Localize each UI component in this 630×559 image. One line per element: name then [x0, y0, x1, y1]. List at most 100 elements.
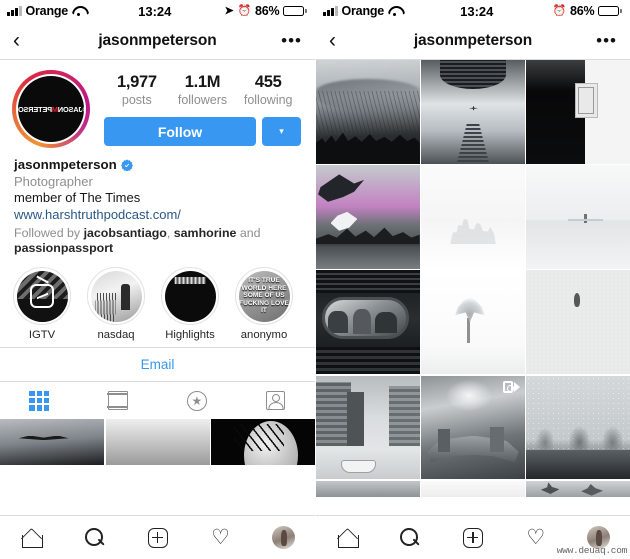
grid-post[interactable]	[526, 165, 630, 269]
profile-header: @JASONMPETERSON 1,977 posts 1.1M followe…	[0, 60, 315, 148]
search-nav[interactable]	[63, 527, 126, 548]
grid-post[interactable]	[316, 60, 420, 164]
grid-post[interactable]	[526, 375, 630, 480]
posts-count: 1,977	[116, 73, 157, 91]
highlight-cover-text: IT'S TRUE WORLD HERE SOME OF US FUCKING …	[239, 277, 289, 315]
grid-post[interactable]	[421, 375, 525, 480]
status-bar: Orange 13:24 ➤ ⏰ 86%	[0, 0, 315, 22]
dual-screenshot-container: Orange 13:24 ➤ ⏰ 86% ‹ jasonmpeterson ••…	[0, 0, 630, 559]
highlight-nasdaq[interactable]: nasdaq	[87, 267, 145, 341]
nav-header: ‹ jasonmpeterson •••	[0, 22, 315, 60]
highlight-label: anonymo	[240, 329, 288, 341]
followed-by-text: Followed by jacobsantiago, samhorine and…	[14, 226, 301, 256]
followers-label: followers	[177, 93, 228, 107]
grid-tab[interactable]	[0, 382, 79, 419]
status-bar: Orange 13:24 ⏰ 86%	[316, 0, 630, 22]
search-icon	[400, 527, 420, 548]
email-button[interactable]: Email	[0, 347, 315, 381]
highlight-label: nasdaq	[97, 329, 135, 341]
highlight-igtv[interactable]: IGTV	[13, 267, 71, 341]
battery-icon	[598, 5, 622, 17]
grid-post[interactable]	[526, 270, 630, 375]
heart-icon: ♡	[526, 526, 546, 549]
avatar-logo-text: @JASONMPETERSON	[18, 104, 84, 114]
search-nav[interactable]	[379, 527, 442, 548]
feed-tab[interactable]	[79, 382, 158, 419]
battery-percent: 86%	[569, 4, 595, 18]
activity-nav[interactable]: ♡	[189, 527, 252, 548]
stat-posts[interactable]: 1,977 posts	[104, 72, 170, 108]
search-icon	[84, 527, 105, 548]
back-button[interactable]: ‹	[13, 30, 35, 51]
page-title: jasonmpeterson	[413, 31, 533, 49]
profile-tab-bar[interactable]: ★	[0, 381, 315, 419]
avatar[interactable]: @JASONMPETERSON	[18, 76, 84, 142]
grid-post[interactable]	[421, 480, 525, 498]
profile-avatar-icon	[272, 526, 295, 549]
igtv-icon	[16, 270, 68, 322]
bottom-tab-bar[interactable]: ♡	[0, 515, 315, 559]
grid-post[interactable]	[316, 375, 420, 480]
mutual-follower-1[interactable]: jacobsantiago	[84, 226, 167, 240]
more-options-button[interactable]: •••	[280, 32, 302, 49]
story-highlights-row[interactable]: IGTV nasdaq Highlights IT'S TRUE WORLD H…	[0, 256, 315, 347]
verified-badge-icon	[120, 159, 133, 172]
highlight-highlights[interactable]: Highlights	[161, 267, 219, 341]
post-grid[interactable]	[316, 60, 630, 498]
grid-icon	[29, 390, 50, 411]
highlight-anonymous[interactable]: IT'S TRUE WORLD HERE SOME OF US FUCKING …	[235, 267, 293, 341]
grid-post[interactable]	[211, 419, 315, 465]
create-nav[interactable]	[126, 527, 189, 548]
grid-post[interactable]	[105, 419, 210, 465]
grid-post[interactable]	[526, 60, 630, 164]
mutual-follower-2[interactable]: samhorine	[174, 226, 237, 240]
chevron-down-icon[interactable]: ▾	[262, 117, 301, 146]
grid-post[interactable]	[421, 165, 525, 269]
home-nav[interactable]	[316, 528, 379, 548]
plus-square-icon	[147, 527, 168, 548]
posts-label: posts	[121, 93, 152, 107]
create-nav[interactable]	[442, 527, 505, 548]
stat-following[interactable]: 455 following	[235, 72, 301, 108]
profile-nav[interactable]	[252, 526, 315, 549]
carrier-label: Orange	[25, 4, 69, 18]
followed-by-prefix: Followed by	[14, 226, 84, 240]
highlight-cover-nasdaq	[90, 270, 142, 322]
highlight-label: Highlights	[165, 329, 215, 341]
saved-tab[interactable]: ★	[158, 382, 237, 419]
avatar-story-ring[interactable]: @JASONMPETERSON	[12, 70, 90, 148]
wifi-icon	[72, 6, 85, 16]
followed-by-joiner: ,	[166, 226, 174, 240]
follow-button[interactable]: Follow	[104, 117, 256, 146]
alarm-clock-icon: ⏰	[237, 4, 251, 17]
right-phone-screen: Orange 13:24 ⏰ 86% ‹ jasonmpeterson •••	[315, 0, 630, 559]
grid-post[interactable]	[316, 165, 420, 269]
stat-followers[interactable]: 1.1M followers	[170, 72, 236, 108]
grid-post[interactable]	[316, 270, 420, 375]
plus-square-icon	[462, 527, 483, 548]
grid-post[interactable]	[421, 60, 525, 164]
bio-website-link[interactable]: www.harshtruthpodcast.com/	[14, 207, 301, 224]
site-watermark: www.deuaq.com	[556, 545, 628, 556]
battery-icon	[283, 5, 307, 17]
bio-username: jasonmpeterson	[14, 157, 117, 172]
grid-post[interactable]	[526, 480, 630, 498]
mutual-follower-3[interactable]: passionpassport	[14, 241, 113, 255]
post-grid-preview[interactable]	[0, 419, 315, 465]
tagged-tab[interactable]	[236, 382, 315, 419]
more-options-button[interactable]: •••	[595, 32, 617, 49]
grid-post[interactable]	[0, 419, 104, 465]
star-circle-icon: ★	[186, 390, 207, 411]
tagged-person-icon	[266, 391, 286, 410]
home-nav[interactable]	[0, 528, 63, 548]
signal-bars-icon	[323, 6, 338, 16]
feed-list-icon	[107, 391, 129, 410]
followers-count: 1.1M	[184, 73, 221, 91]
following-count: 455	[254, 73, 282, 91]
bio-description: member of The Times	[14, 190, 141, 205]
highlight-label: IGTV	[28, 329, 56, 341]
grid-post[interactable]	[316, 480, 420, 498]
back-button[interactable]: ‹	[329, 30, 351, 51]
bio-category: Photographer	[14, 173, 93, 189]
grid-post[interactable]	[421, 270, 525, 375]
